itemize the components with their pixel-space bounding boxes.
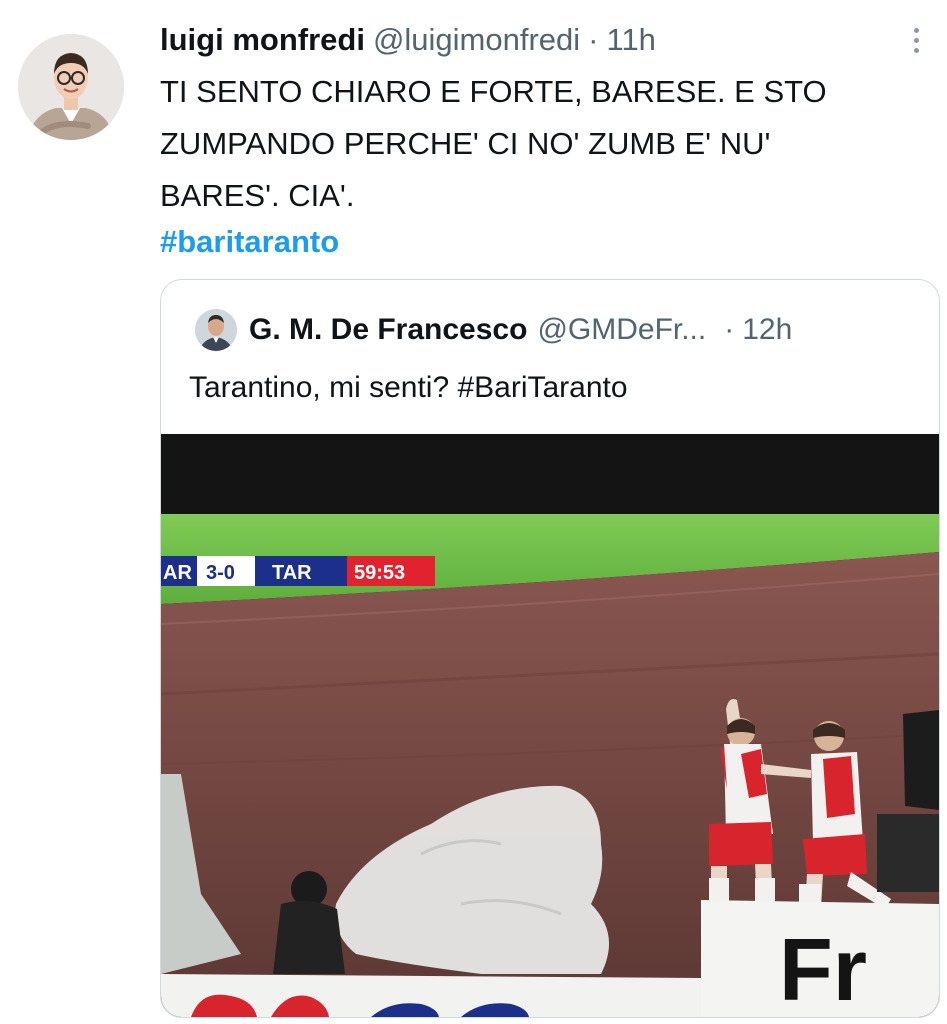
scoreboard-score: 3-0 (206, 562, 235, 584)
quoted-avatar[interactable] (195, 309, 237, 351)
tweet[interactable]: luigi monfredi @luigimonfredi · 11h TI S… (0, 0, 947, 1024)
hashtag-link[interactable]: #baritaranto (160, 218, 339, 266)
tweet-text: TI SENTO CHIARO E FORTE, BARESE. E STO Z… (160, 66, 940, 222)
football-celebration-photo: AR 3-0 TAR 59:53 Fr (161, 434, 939, 1017)
avatar-illustration (18, 34, 124, 140)
tv-bezel (161, 434, 939, 514)
timestamp[interactable]: 11h (607, 20, 656, 60)
quoted-display-name[interactable]: G. M. De Francesco (249, 308, 527, 352)
bench (877, 814, 939, 892)
quoted-header: G. M. De Francesco @GMDeFr... · 12h (249, 308, 792, 352)
quoted-timestamp[interactable]: 12h (742, 308, 792, 352)
tweet-text-line: BARES'. CIA'. (160, 178, 355, 213)
separator-dot: · (724, 313, 735, 346)
quoted-user-handle[interactable]: @GMDeFr... (537, 308, 706, 352)
scoreboard-home: AR (163, 562, 192, 584)
quoted-avatar-photo (195, 309, 237, 351)
billboard-text: Fr (779, 920, 867, 1017)
photographer (273, 900, 345, 974)
quoted-tweet-text: Tarantino, mi senti? #BariTaranto (189, 371, 628, 404)
avatar[interactable] (18, 34, 124, 140)
scoreboard-away: TAR (272, 562, 312, 584)
tweet-header: luigi monfredi @luigimonfredi · 11h (160, 20, 656, 60)
more-vertical-icon[interactable] (906, 24, 926, 56)
tweet-text-line: ZUMPANDO PERCHE' CI NO' ZUMB E' NU' (160, 126, 771, 161)
separator-dot: · (588, 22, 599, 57)
quoted-tweet[interactable]: G. M. De Francesco @GMDeFr... · 12h Tara… (160, 279, 940, 1018)
scoreboard-clock: 59:53 (354, 562, 405, 584)
scoreboard: AR 3-0 TAR 59:53 (161, 556, 435, 586)
quoted-media-photo[interactable]: AR 3-0 TAR 59:53 Fr (161, 434, 939, 1017)
display-name[interactable]: luigi monfredi (160, 20, 365, 60)
tweet-text-line: TI SENTO CHIARO E FORTE, BARESE. E STO (160, 74, 827, 109)
user-handle[interactable]: @luigimonfredi (373, 20, 580, 60)
